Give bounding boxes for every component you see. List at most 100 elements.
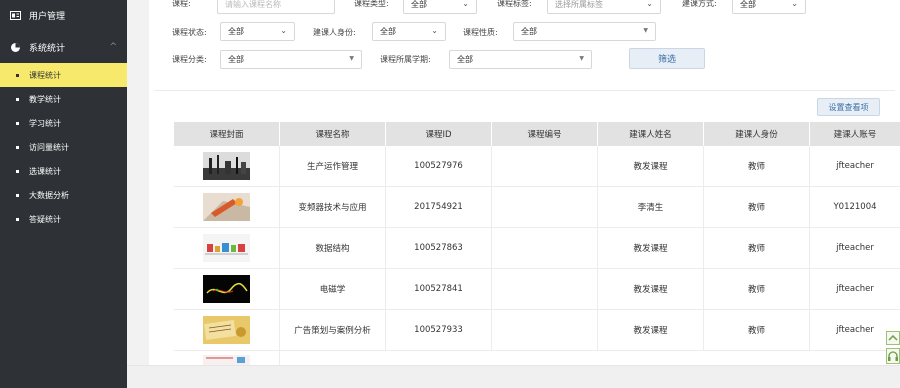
course-tag-placeholder: 选择所属标签 bbox=[555, 0, 603, 9]
course-tag-label: 课程标签: bbox=[497, 0, 532, 8]
course-name-cell: 变频器技术与应用 bbox=[280, 187, 386, 227]
bullet-icon bbox=[16, 97, 19, 101]
course-search-placeholder: 请输入课程名称 bbox=[225, 0, 281, 9]
course-cover-cell bbox=[174, 228, 280, 268]
build-method-value: 全部 bbox=[740, 0, 756, 9]
sidebar-item-qa-stats[interactable]: 答疑统计 bbox=[0, 207, 127, 231]
course-cover-cell bbox=[174, 269, 280, 309]
course-status-select[interactable]: 全部 ⌄ bbox=[220, 22, 295, 41]
course-cover-image[interactable] bbox=[203, 275, 250, 303]
course-id-cell: 100527976 bbox=[386, 146, 492, 186]
course-cover-image[interactable] bbox=[203, 234, 250, 262]
sidebar-item-label: 课程统计 bbox=[29, 70, 61, 80]
build-method-select[interactable]: 全部 ⌄ bbox=[732, 0, 806, 14]
column-header-creator-name[interactable]: 建课人姓名 bbox=[598, 122, 704, 146]
bullet-icon bbox=[16, 145, 19, 149]
creator-account-cell: jfteacher bbox=[836, 161, 874, 171]
creator-identity-label: 建课人身份: bbox=[313, 28, 356, 37]
course-category-select[interactable]: 全部 ▼ bbox=[220, 50, 362, 69]
course-cover-image[interactable] bbox=[203, 316, 250, 344]
course-term-label: 课程所属学期: bbox=[380, 55, 431, 64]
course-name-cell: 电磁学 bbox=[280, 269, 386, 309]
course-cover-image[interactable] bbox=[203, 355, 250, 365]
main-content: 课程: 请输入课程名称 课程类型: 全部 ⌄ 课程标签: 选择所属标签 ⌄ 建课… bbox=[127, 0, 900, 388]
course-cover-cell bbox=[174, 351, 280, 365]
course-name-cell: 数据结构 bbox=[280, 228, 386, 268]
chevron-up-icon: ^ bbox=[109, 42, 117, 52]
divider bbox=[154, 90, 895, 91]
column-header-creator-account[interactable]: 建课人账号 bbox=[810, 122, 900, 146]
course-code-cell bbox=[492, 228, 598, 268]
sidebar-item-label: 答疑统计 bbox=[29, 214, 61, 224]
creator-name-cell: 教发课程 bbox=[598, 146, 704, 186]
creator-name-cell: 李清生 bbox=[598, 187, 704, 227]
course-code-cell bbox=[492, 269, 598, 309]
course-cover-image[interactable] bbox=[203, 152, 250, 180]
creator-name-cell: 教发课程 bbox=[598, 228, 704, 268]
chevron-down-icon: ⌄ bbox=[462, 0, 469, 8]
creator-account-cell: Y0121004 bbox=[833, 202, 877, 212]
caret-down-icon: ▼ bbox=[579, 55, 584, 62]
sidebar-item-label: 大数据分析 bbox=[29, 190, 69, 200]
chevron-down-icon: ⌄ bbox=[280, 26, 287, 35]
creator-account-cell: jfteacher bbox=[836, 243, 874, 253]
course-id-cell: 100527933 bbox=[386, 310, 492, 350]
sidebar-item-label: 学习统计 bbox=[29, 118, 61, 128]
caret-down-icon: ▼ bbox=[349, 55, 354, 62]
course-name-cell: 生产运作管理 bbox=[280, 146, 386, 186]
sidebar-item-user-management[interactable]: 用户管理 bbox=[0, 0, 127, 30]
table-row[interactable]: 数据结构 100527863 教发课程 教师 jfteacher bbox=[174, 228, 900, 269]
sidebar-item-visit-stats[interactable]: 访问量统计 bbox=[0, 135, 127, 159]
sidebar-item-big-data[interactable]: 大数据分析 bbox=[0, 183, 127, 207]
table-row[interactable]: 电磁学 100527841 教发课程 教师 jfteacher bbox=[174, 269, 900, 310]
course-category-value: 全部 bbox=[228, 55, 244, 64]
course-nature-select[interactable]: 全部 ▼ bbox=[513, 22, 656, 41]
course-code-cell bbox=[492, 187, 598, 227]
creator-identity-cell: 教师 bbox=[704, 269, 810, 309]
sidebar-item-label: 教学统计 bbox=[29, 94, 61, 104]
course-cover-image[interactable] bbox=[203, 193, 250, 221]
course-code-cell bbox=[492, 146, 598, 186]
sidebar-item-course-stats[interactable]: 课程统计 bbox=[0, 63, 134, 87]
chevron-up-icon[interactable] bbox=[886, 331, 900, 347]
course-type-value: 全部 bbox=[411, 0, 427, 9]
bottom-scroll-area bbox=[127, 365, 900, 388]
sidebar-item-teaching-stats[interactable]: 教学统计 bbox=[0, 87, 127, 111]
filter-button[interactable]: 筛选 bbox=[629, 48, 705, 69]
column-header-cover[interactable]: 课程封面 bbox=[174, 122, 280, 146]
sidebar-item-label: 系统统计 bbox=[29, 43, 66, 54]
table-row[interactable]: 生产运作管理 100527976 教发课程 教师 jfteacher bbox=[174, 146, 900, 187]
sidebar-item-system-stats[interactable]: 系统统计 ^ bbox=[0, 32, 127, 62]
creator-identity-select[interactable]: 全部 ⌄ bbox=[372, 22, 446, 41]
course-code-cell bbox=[492, 310, 598, 350]
course-id-cell: 100527841 bbox=[386, 269, 492, 309]
chevron-down-icon: ⌄ bbox=[791, 0, 798, 8]
column-header-code[interactable]: 课程编号 bbox=[492, 122, 598, 146]
course-term-value: 全部 bbox=[457, 55, 473, 64]
bullet-icon bbox=[16, 121, 19, 125]
chevron-down-icon: ⌄ bbox=[646, 0, 653, 8]
build-method-label: 建课方式: bbox=[682, 0, 717, 8]
course-id-cell: 201754921 bbox=[386, 187, 492, 227]
bullet-icon bbox=[16, 193, 19, 197]
column-header-id[interactable]: 课程ID bbox=[386, 122, 492, 146]
headset-icon[interactable] bbox=[886, 348, 900, 366]
creator-identity-cell: 教师 bbox=[704, 228, 810, 268]
table-row[interactable]: 广告策划与案例分析 100527933 教发课程 教师 jfteacher bbox=[174, 310, 900, 351]
course-type-select[interactable]: 全部 ⌄ bbox=[403, 0, 477, 14]
creator-identity-cell: 教师 bbox=[704, 146, 810, 186]
sidebar-item-label: 访问量统计 bbox=[29, 142, 69, 152]
course-search-input[interactable]: 请输入课程名称 bbox=[217, 0, 335, 14]
sidebar-item-enrollment-stats[interactable]: 选课统计 bbox=[0, 159, 127, 183]
course-tag-select[interactable]: 选择所属标签 ⌄ bbox=[547, 0, 661, 14]
column-header-name[interactable]: 课程名称 bbox=[280, 122, 386, 146]
creator-name-cell: 教发课程 bbox=[598, 310, 704, 350]
id-card-icon bbox=[10, 10, 21, 21]
column-header-creator-identity[interactable]: 建课人身份 bbox=[704, 122, 810, 146]
view-settings-button[interactable]: 设置查看项 bbox=[817, 98, 880, 116]
table-row[interactable] bbox=[174, 351, 900, 365]
content-panel: 课程: 请输入课程名称 课程类型: 全部 ⌄ 课程标签: 选择所属标签 ⌄ 建课… bbox=[149, 0, 900, 365]
course-term-select[interactable]: 全部 ▼ bbox=[449, 50, 592, 69]
table-row[interactable]: 变频器技术与应用 201754921 李清生 教师 Y0121004 bbox=[174, 187, 900, 228]
sidebar-item-learning-stats[interactable]: 学习统计 bbox=[0, 111, 127, 135]
